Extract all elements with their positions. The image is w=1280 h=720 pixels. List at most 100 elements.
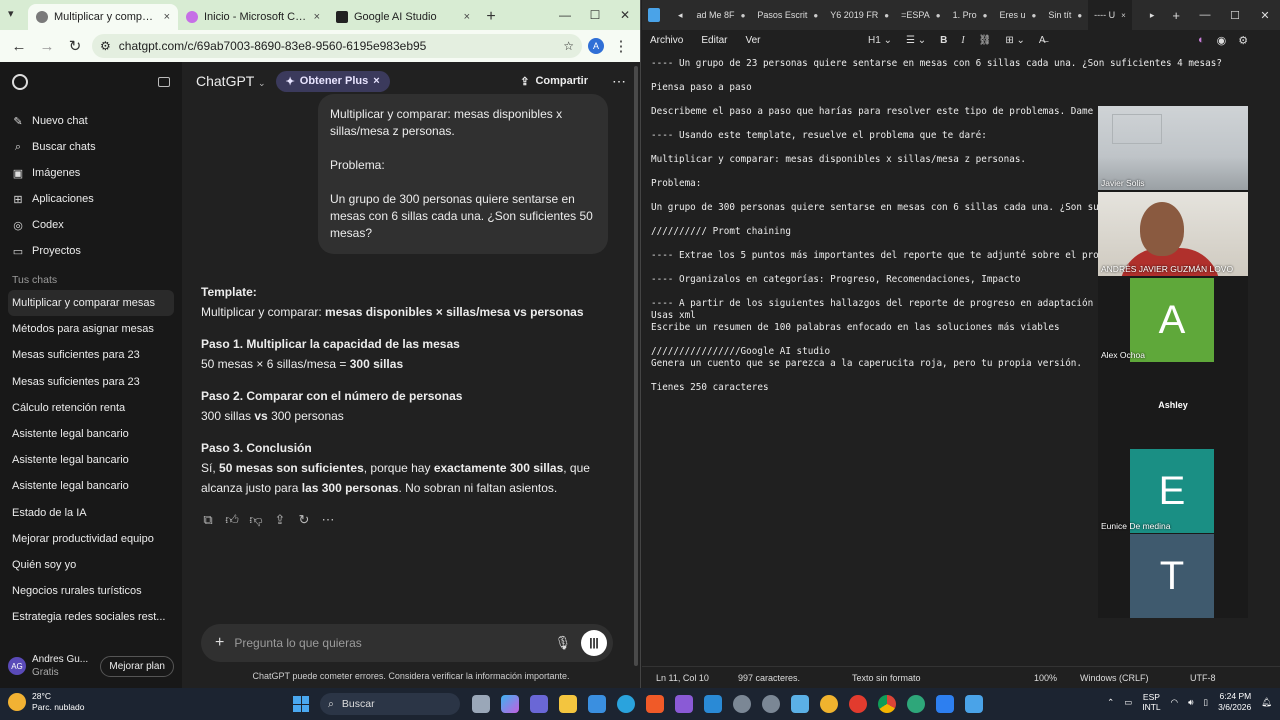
wifi-icon[interactable]: ◠	[1171, 697, 1178, 708]
notepad-tab[interactable]: 1. Pro ●	[947, 0, 994, 30]
regenerate-icon[interactable]: ↻	[297, 510, 311, 530]
site-info-icon[interactable]: ⚙	[100, 39, 111, 53]
link-icon[interactable]: ⛓	[979, 35, 992, 46]
sidebar-item-nuevo-chat[interactable]: ✎ Nuevo chat	[8, 108, 174, 134]
unsaved-dot-icon[interactable]: ●	[1031, 11, 1036, 20]
close-tab-icon[interactable]: ×	[464, 11, 470, 23]
teams-icon[interactable]	[530, 695, 548, 713]
participant-tile[interactable]: T	[1098, 534, 1248, 618]
notepad-taskbar-icon[interactable]	[965, 695, 983, 713]
tab-search-icon[interactable]: ▾	[8, 7, 14, 20]
minimize-icon[interactable]: —	[1190, 0, 1220, 30]
chat-history-item[interactable]: Estrategia redes sociales rest...	[8, 604, 174, 630]
close-tab-icon[interactable]: ×	[1121, 11, 1126, 20]
taskbar-search[interactable]: ⌕ Buscar	[320, 693, 460, 715]
close-tab-icon[interactable]: ×	[314, 11, 320, 23]
notifications-icon[interactable]: 🔔︎	[1261, 697, 1272, 708]
participant-tile[interactable]: A Alex Ochoa	[1098, 278, 1248, 362]
participant-tile[interactable]: E Eunice De medina	[1098, 449, 1248, 533]
clear-format-icon[interactable]: A̶	[1039, 35, 1046, 46]
back-icon[interactable]: ←	[8, 35, 30, 57]
add-attachment-icon[interactable]: +	[215, 634, 224, 652]
telegram-icon[interactable]	[617, 695, 635, 713]
tray-overflow-icon[interactable]: ⌃	[1107, 697, 1114, 708]
notepad-tab[interactable]: ad Me 8F ●	[691, 0, 752, 30]
edge-icon[interactable]	[907, 695, 925, 713]
bold-icon[interactable]: B	[940, 35, 947, 46]
chat-history-item[interactable]: Cálculo retención renta	[8, 395, 174, 421]
chrome-icon[interactable]	[878, 695, 896, 713]
new-tab-icon[interactable]: +	[1172, 8, 1180, 23]
more-options-icon[interactable]: ⋯	[612, 73, 626, 90]
notepad-tab[interactable]: ---- U ×	[1088, 0, 1132, 30]
zoom-icon[interactable]	[936, 695, 954, 713]
voice-mode-button[interactable]: |||	[581, 630, 607, 656]
bookmark-star-icon[interactable]: ☆	[563, 39, 574, 53]
settings-gear-icon[interactable]: ⚙	[1238, 34, 1248, 47]
get-plus-button[interactable]: ✦ Obtener Plus ×	[275, 70, 390, 92]
pdf-icon[interactable]	[849, 695, 867, 713]
forward-icon[interactable]: →	[36, 35, 58, 57]
heading-dropdown[interactable]: H1 ⌄	[868, 35, 892, 46]
clock[interactable]: 6:24 PM 3/6/2026	[1218, 691, 1251, 713]
sidebar-item-aplicaciones[interactable]: ⊞ Aplicaciones	[8, 186, 174, 212]
table-icon[interactable]: ⊞ ⌄	[1005, 35, 1025, 46]
vscode-icon[interactable]	[704, 695, 722, 713]
close-icon[interactable]: ✕	[1250, 0, 1280, 30]
close-tab-icon[interactable]: ×	[164, 11, 170, 23]
share-message-icon[interactable]: ⇪	[273, 510, 287, 530]
share-button[interactable]: ⇪ Compartir	[520, 75, 588, 88]
chat-history-item[interactable]: Estado de la IA	[8, 500, 174, 526]
copilot-icon[interactable]: ◐	[1198, 34, 1205, 46]
sidebar-item-im-genes[interactable]: ▣ Imágenes	[8, 160, 174, 186]
settings-alt-icon[interactable]	[762, 695, 780, 713]
unsaved-dot-icon[interactable]: ●	[936, 11, 941, 20]
brave-icon[interactable]	[646, 695, 664, 713]
chat-history-item[interactable]: Asistente legal bancario	[8, 473, 174, 499]
chat-scrollbar[interactable]	[634, 66, 638, 666]
encoding[interactable]: UTF-8	[1190, 673, 1216, 683]
sidebar-toggle-icon[interactable]	[158, 77, 170, 87]
participant-video-tile[interactable]: Javier Solis	[1098, 106, 1248, 190]
browser-menu-icon[interactable]: ⋮	[610, 35, 632, 57]
zoom-level[interactable]: 100%	[1034, 673, 1057, 683]
browser-tab-ai-studio[interactable]: Google AI Studio ×	[328, 4, 478, 30]
line-ending[interactable]: Windows (CRLF)	[1080, 673, 1149, 683]
format-mode[interactable]: Texto sin formato	[852, 673, 921, 683]
weather-widget[interactable]: 28°C Parc. nublado	[8, 691, 84, 713]
unsaved-dot-icon[interactable]: ●	[1077, 11, 1082, 20]
chat-history-item[interactable]: Multiplicar y comparar mesas	[8, 290, 174, 317]
italic-icon[interactable]: I	[961, 35, 964, 46]
reload-icon[interactable]: ↻	[64, 35, 86, 57]
menu-ver[interactable]: Ver	[745, 35, 760, 46]
browser-tab-chatgpt[interactable]: Multiplicar y comparar mes ×	[28, 4, 178, 30]
network-icon[interactable]: ▭	[1124, 697, 1132, 708]
account-icon[interactable]: ◉	[1217, 34, 1227, 47]
chat-history-item[interactable]: Métodos para asignar mesas	[8, 316, 174, 342]
unsaved-dot-icon[interactable]: ●	[741, 11, 746, 20]
upgrade-plan-button[interactable]: Mejorar plan	[100, 655, 174, 677]
volume-icon[interactable]: 🔊︎	[1188, 697, 1193, 708]
microphone-icon[interactable]: 🎙︎	[554, 635, 571, 651]
unsaved-dot-icon[interactable]: ●	[813, 11, 818, 20]
maximize-icon[interactable]: ☐	[580, 0, 610, 30]
url-field[interactable]: ⚙ chatgpt.com/c/69ab7003-8690-83e8-9560-…	[92, 34, 582, 58]
copy-icon[interactable]: ⧉	[201, 510, 215, 530]
unsaved-dot-icon[interactable]: ●	[983, 11, 988, 20]
sidebar-item-proyectos[interactable]: ▭ Proyectos	[8, 238, 174, 264]
minimize-icon[interactable]: —	[550, 0, 580, 30]
menu-archivo[interactable]: Archivo	[650, 35, 683, 46]
sidebar-item-codex[interactable]: ◎ Codex	[8, 212, 174, 238]
sidebar-item-buscar-chats[interactable]: ⌕ Buscar chats	[8, 134, 174, 160]
file-explorer-icon[interactable]	[559, 695, 577, 713]
chat-history-item[interactable]: Asistente legal bancario	[8, 421, 174, 447]
more-actions-icon[interactable]: ⋯	[321, 510, 335, 530]
notepad-tab[interactable]: Eres u ●	[993, 0, 1042, 30]
chat-history-item[interactable]: Quién soy yo	[8, 552, 174, 578]
chat-history-item[interactable]: Mesas suficientes para 23	[8, 369, 174, 395]
participant-tile[interactable]: Ashley	[1098, 364, 1248, 448]
browser-tab-copilot[interactable]: Inicio - Microsoft Copilot St ×	[178, 4, 328, 30]
chat-history-item[interactable]: Asistente legal bancario	[8, 447, 174, 473]
tab-scroll-left-icon[interactable]: ◂	[678, 10, 683, 21]
new-tab-button[interactable]: +	[478, 4, 504, 30]
